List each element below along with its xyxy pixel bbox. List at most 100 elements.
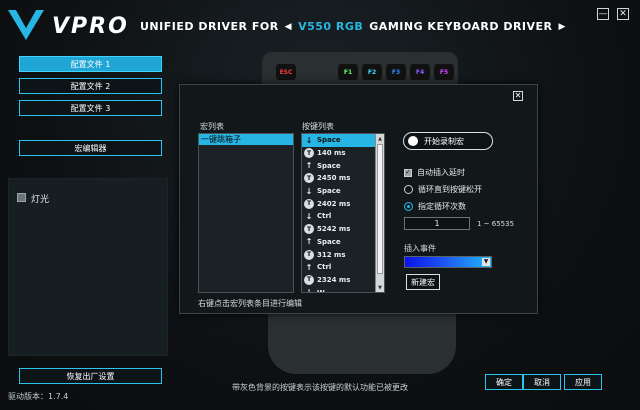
key-down-arrow-icon: ↓ (305, 135, 313, 145)
key-event-text: 2450 ms (317, 174, 351, 183)
key-f4[interactable]: F4 (410, 64, 430, 80)
auto-insert-delay-label: 自动插入延时 (417, 168, 465, 177)
profile-2-button[interactable]: 配置文件 2 (19, 78, 162, 94)
light-panel: 灯光 (8, 178, 168, 356)
loop-count-radio[interactable] (404, 202, 413, 211)
delay-timer-icon: T (304, 224, 314, 235)
key-event-text: Space (317, 161, 341, 170)
auto-insert-delay-checkbox[interactable]: ✓ (404, 168, 412, 177)
scroll-down-icon[interactable]: ▼ (376, 283, 384, 292)
model-name: V550 RGB (298, 20, 364, 33)
loop-count-label: 指定循环次数 (418, 202, 466, 211)
insert-event-label: 插入事件 (404, 244, 436, 253)
key-event-row[interactable]: T 2450 ms (302, 172, 384, 185)
minimize-button[interactable]: — (597, 8, 609, 20)
scroll-up-icon[interactable]: ▲ (376, 134, 384, 143)
brand-name: VPRO (52, 14, 129, 39)
key-up-arrow-icon: ↑ (305, 161, 313, 171)
light-label: 灯光 (31, 195, 50, 205)
macro-edit-hint: 右键点击宏列表条目进行编辑 (198, 299, 302, 308)
keyboard-bottom-image (268, 312, 456, 374)
key-event-row[interactable]: T 312 ms (302, 248, 384, 261)
key-event-text: 312 ms (317, 250, 346, 259)
loop-range-label: 1 ~ 65535 (477, 220, 515, 228)
key-f5[interactable]: F5 (434, 64, 454, 80)
macro-list-item[interactable]: 一键跳箱子 (199, 134, 293, 145)
key-event-row[interactable]: T 140 ms (302, 147, 384, 160)
loop-count-option[interactable]: 指定循环次数 (404, 201, 466, 212)
light-checkbox[interactable] (17, 193, 26, 202)
dialog-close-button[interactable]: ✕ (513, 91, 523, 101)
key-event-text: W (317, 288, 325, 293)
factory-reset-button[interactable]: 恢复出厂设置 (19, 368, 162, 384)
key-event-text: Space (317, 237, 341, 246)
key-event-row[interactable]: T 5242 ms (302, 223, 384, 236)
apply-button[interactable]: 应用 (564, 374, 602, 390)
key-event-row[interactable]: ↑ Space (302, 159, 384, 172)
key-event-text: Space (317, 187, 341, 196)
key-event-row[interactable]: T 2402 ms (302, 197, 384, 210)
loop-until-release-label: 循环直到按键松开 (418, 185, 482, 194)
key-event-list[interactable]: ↓ Space T 140 ms ↑ Space T 2450 ms ↓ Space T 2402 m… (301, 133, 385, 293)
key-event-row[interactable]: ↓ Space (302, 134, 384, 147)
record-icon (408, 136, 418, 146)
record-label: 开始录制宏 (424, 136, 464, 146)
key-event-rows: ↓ Space T 140 ms ↑ Space T 2450 ms ↓ Space T 2402 m… (302, 134, 384, 293)
key-down-arrow-icon: ↓ (305, 288, 313, 293)
delay-timer-icon: T (304, 249, 314, 260)
prev-model-icon[interactable]: ◀ (285, 22, 292, 32)
window-title: UNIFIED DRIVER FOR ◀ V550 RGB GAMING KEY… (140, 20, 566, 33)
key-event-text: 140 ms (317, 149, 346, 158)
loop-until-release-radio[interactable] (404, 185, 413, 194)
key-list-scrollbar[interactable]: ▲ ▼ (375, 134, 384, 292)
key-event-text: 2402 ms (317, 199, 351, 208)
key-f2[interactable]: F2 (362, 64, 382, 80)
delay-timer-icon: T (304, 148, 314, 159)
loop-count-input[interactable] (404, 217, 470, 230)
delay-timer-icon: T (304, 274, 314, 285)
key-event-text: Ctrl (317, 212, 332, 221)
key-esc[interactable]: ESC (276, 64, 296, 80)
key-down-arrow-icon: ↓ (305, 211, 313, 221)
key-event-row[interactable]: ↑ Ctrl (302, 261, 384, 274)
key-f1[interactable]: F1 (338, 64, 358, 80)
key-event-text: 5242 ms (317, 225, 351, 234)
delay-timer-icon: T (304, 173, 314, 184)
auto-insert-delay-option[interactable]: ✓ 自动插入延时 (404, 167, 465, 178)
vpro-logo-icon (8, 10, 44, 40)
key-event-row[interactable]: T 2324 ms (302, 274, 384, 287)
ok-button[interactable]: 确定 (485, 374, 523, 390)
key-event-row[interactable]: ↓ Space (302, 185, 384, 198)
key-event-text: Ctrl (317, 263, 332, 272)
dropdown-chevron-icon[interactable]: ▼ (482, 258, 490, 266)
close-window-button[interactable]: ✕ (617, 8, 629, 20)
key-event-text: Space (317, 136, 341, 145)
key-up-arrow-icon: ↑ (305, 262, 313, 272)
key-list-label: 按键列表 (302, 122, 334, 131)
next-model-icon[interactable]: ▶ (559, 22, 566, 32)
macro-list-label: 宏列表 (200, 122, 224, 131)
title-prefix: UNIFIED DRIVER FOR (140, 20, 279, 33)
delay-timer-icon: T (304, 198, 314, 209)
insert-event-dropdown[interactable]: ▼ (404, 256, 492, 268)
new-macro-button[interactable]: 新建宏 (406, 274, 440, 290)
record-macro-button[interactable]: 开始录制宏 (403, 132, 493, 150)
macro-editor-button[interactable]: 宏编辑器 (19, 140, 162, 156)
scroll-thumb[interactable] (377, 144, 383, 274)
driver-version: 驱动版本：1.7.4 (8, 392, 69, 401)
profile-1-button[interactable]: 配置文件 1 (19, 56, 162, 72)
profile-3-button[interactable]: 配置文件 3 (19, 100, 162, 116)
loop-until-release-option[interactable]: 循环直到按键松开 (404, 184, 482, 195)
macro-list[interactable]: 一键跳箱子 (198, 133, 294, 293)
macro-editor-dialog: ✕ 宏列表 按键列表 一键跳箱子 ↓ Space T 140 ms ↑ Space T 245… (179, 84, 538, 314)
key-up-arrow-icon: ↑ (305, 237, 313, 247)
key-down-arrow-icon: ↓ (305, 186, 313, 196)
key-event-text: 2324 ms (317, 275, 351, 284)
key-f3[interactable]: F3 (386, 64, 406, 80)
cancel-button[interactable]: 取消 (523, 374, 561, 390)
title-suffix: GAMING KEYBOARD DRIVER (369, 20, 553, 33)
footer-hint: 带灰色背景的按键表示该按键的默认功能已被更改 (232, 383, 408, 392)
key-event-row[interactable]: ↓ W (302, 286, 384, 293)
key-event-row[interactable]: ↑ Space (302, 236, 384, 249)
key-event-row[interactable]: ↓ Ctrl (302, 210, 384, 223)
